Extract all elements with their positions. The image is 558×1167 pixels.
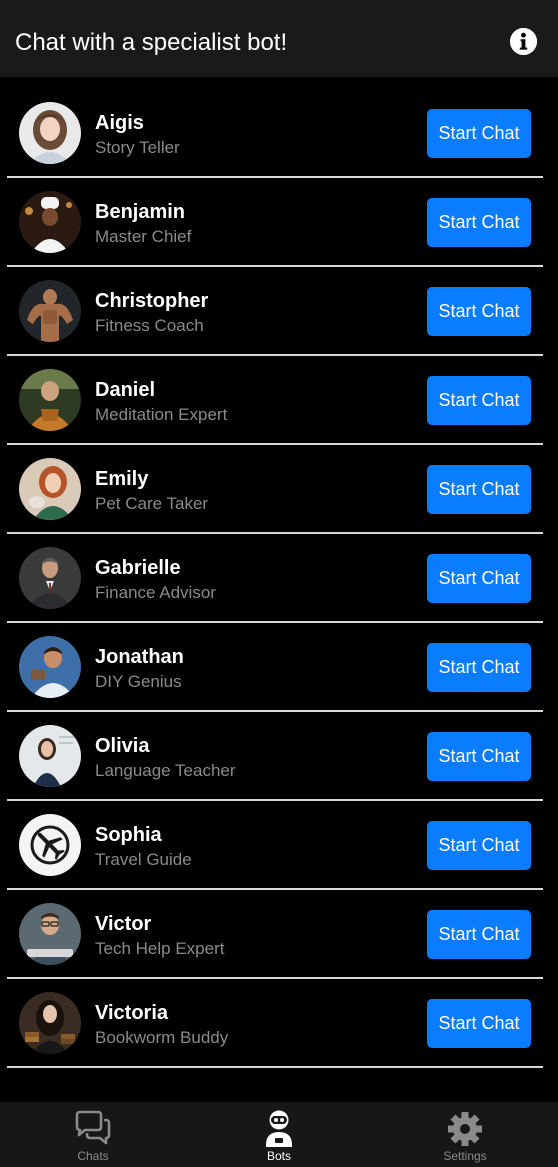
bot-row: Daniel Meditation Expert Start Chat xyxy=(0,356,558,445)
bot-row: Aigis Story Teller Start Chat xyxy=(0,89,558,178)
bot-role: Language Teacher xyxy=(95,761,236,780)
bot-name: Olivia xyxy=(95,735,150,757)
bot-avatar-jonathan xyxy=(19,636,81,698)
bot-name: Victor xyxy=(95,913,152,935)
bot-avatar-emily xyxy=(19,458,81,520)
bot-role: Pet Care Taker xyxy=(95,494,209,513)
start-chat-button[interactable]: Start Chat xyxy=(427,999,531,1048)
bot-row: Emily Pet Care Taker Start Chat xyxy=(0,445,558,534)
tab-label: Bots xyxy=(266,1149,291,1163)
bot-avatar-benjamin xyxy=(19,191,81,253)
info-icon[interactable] xyxy=(510,28,537,55)
bot-name: Jonathan xyxy=(95,646,184,668)
bottom-tab-bar: Chats Bots Settings xyxy=(0,1102,558,1167)
bot-name: Sophia xyxy=(95,824,162,846)
bot-row: Victoria Bookworm Buddy Start Chat xyxy=(0,979,558,1068)
bot-role: DIY Genius xyxy=(95,672,182,691)
start-chat-button[interactable]: Start Chat xyxy=(427,198,531,247)
tab-settings[interactable]: Settings xyxy=(372,1102,558,1167)
start-chat-button[interactable]: Start Chat xyxy=(427,109,531,158)
bot-name: Victoria xyxy=(95,1002,168,1024)
chat-bubbles-icon xyxy=(71,1109,115,1149)
airplane-icon xyxy=(19,814,81,876)
bot-name: Emily xyxy=(95,468,149,490)
app-header: Chat with a specialist bot! xyxy=(0,0,558,77)
tab-label: Chats xyxy=(77,1149,109,1163)
bot-name: Daniel xyxy=(95,379,156,401)
bot-avatar-victoria xyxy=(19,992,81,1054)
bot-avatar-gabrielle xyxy=(19,547,81,609)
bot-role: Meditation Expert xyxy=(95,405,228,424)
bot-role: Bookworm Buddy xyxy=(95,1028,229,1047)
robot-icon xyxy=(257,1109,301,1149)
start-chat-button[interactable]: Start Chat xyxy=(427,376,531,425)
bot-row: Christopher Fitness Coach Start Chat xyxy=(0,267,558,356)
bot-row: Victor Tech Help Expert Start Chat xyxy=(0,890,558,979)
bot-avatar-christopher xyxy=(19,280,81,342)
bot-role: Story Teller xyxy=(95,138,180,157)
bot-avatar-aigis xyxy=(19,102,81,164)
bot-name: Aigis xyxy=(95,112,144,134)
bot-role: Fitness Coach xyxy=(95,316,204,335)
bot-role: Tech Help Expert xyxy=(95,939,225,958)
start-chat-button[interactable]: Start Chat xyxy=(427,554,531,603)
bot-row: Olivia Language Teacher Start Chat xyxy=(0,712,558,801)
bot-row: Gabrielle Finance Advisor Start Chat xyxy=(0,534,558,623)
start-chat-button[interactable]: Start Chat xyxy=(427,465,531,514)
bot-avatar-daniel xyxy=(19,369,81,431)
bot-row: Jonathan DIY Genius Start Chat xyxy=(0,623,558,712)
tab-bots[interactable]: Bots xyxy=(186,1102,372,1167)
tab-label: Settings xyxy=(443,1149,487,1163)
start-chat-button[interactable]: Start Chat xyxy=(427,821,531,870)
bot-name: Gabrielle xyxy=(95,557,181,579)
start-chat-button[interactable]: Start Chat xyxy=(427,643,531,692)
bot-list: Aigis Story Teller Start Chat Benjamin M… xyxy=(0,89,558,1068)
bot-row: Sophia Travel Guide Start Chat xyxy=(0,801,558,890)
bot-role: Travel Guide xyxy=(95,850,192,869)
start-chat-button[interactable]: Start Chat xyxy=(427,732,531,781)
gear-icon xyxy=(443,1109,487,1149)
bot-name: Benjamin xyxy=(95,201,186,223)
start-chat-button[interactable]: Start Chat xyxy=(427,910,531,959)
page-title: Chat with a specialist bot! xyxy=(15,29,288,56)
start-chat-button[interactable]: Start Chat xyxy=(427,287,531,336)
bot-row: Benjamin Master Chief Start Chat xyxy=(0,178,558,267)
tab-chats[interactable]: Chats xyxy=(0,1102,186,1167)
row-divider xyxy=(7,1066,543,1068)
bot-name: Christopher xyxy=(95,290,209,312)
bot-role: Master Chief xyxy=(95,227,192,246)
bot-avatar-olivia xyxy=(19,725,81,787)
bot-role: Finance Advisor xyxy=(95,583,216,602)
bot-avatar-victor xyxy=(19,903,81,965)
